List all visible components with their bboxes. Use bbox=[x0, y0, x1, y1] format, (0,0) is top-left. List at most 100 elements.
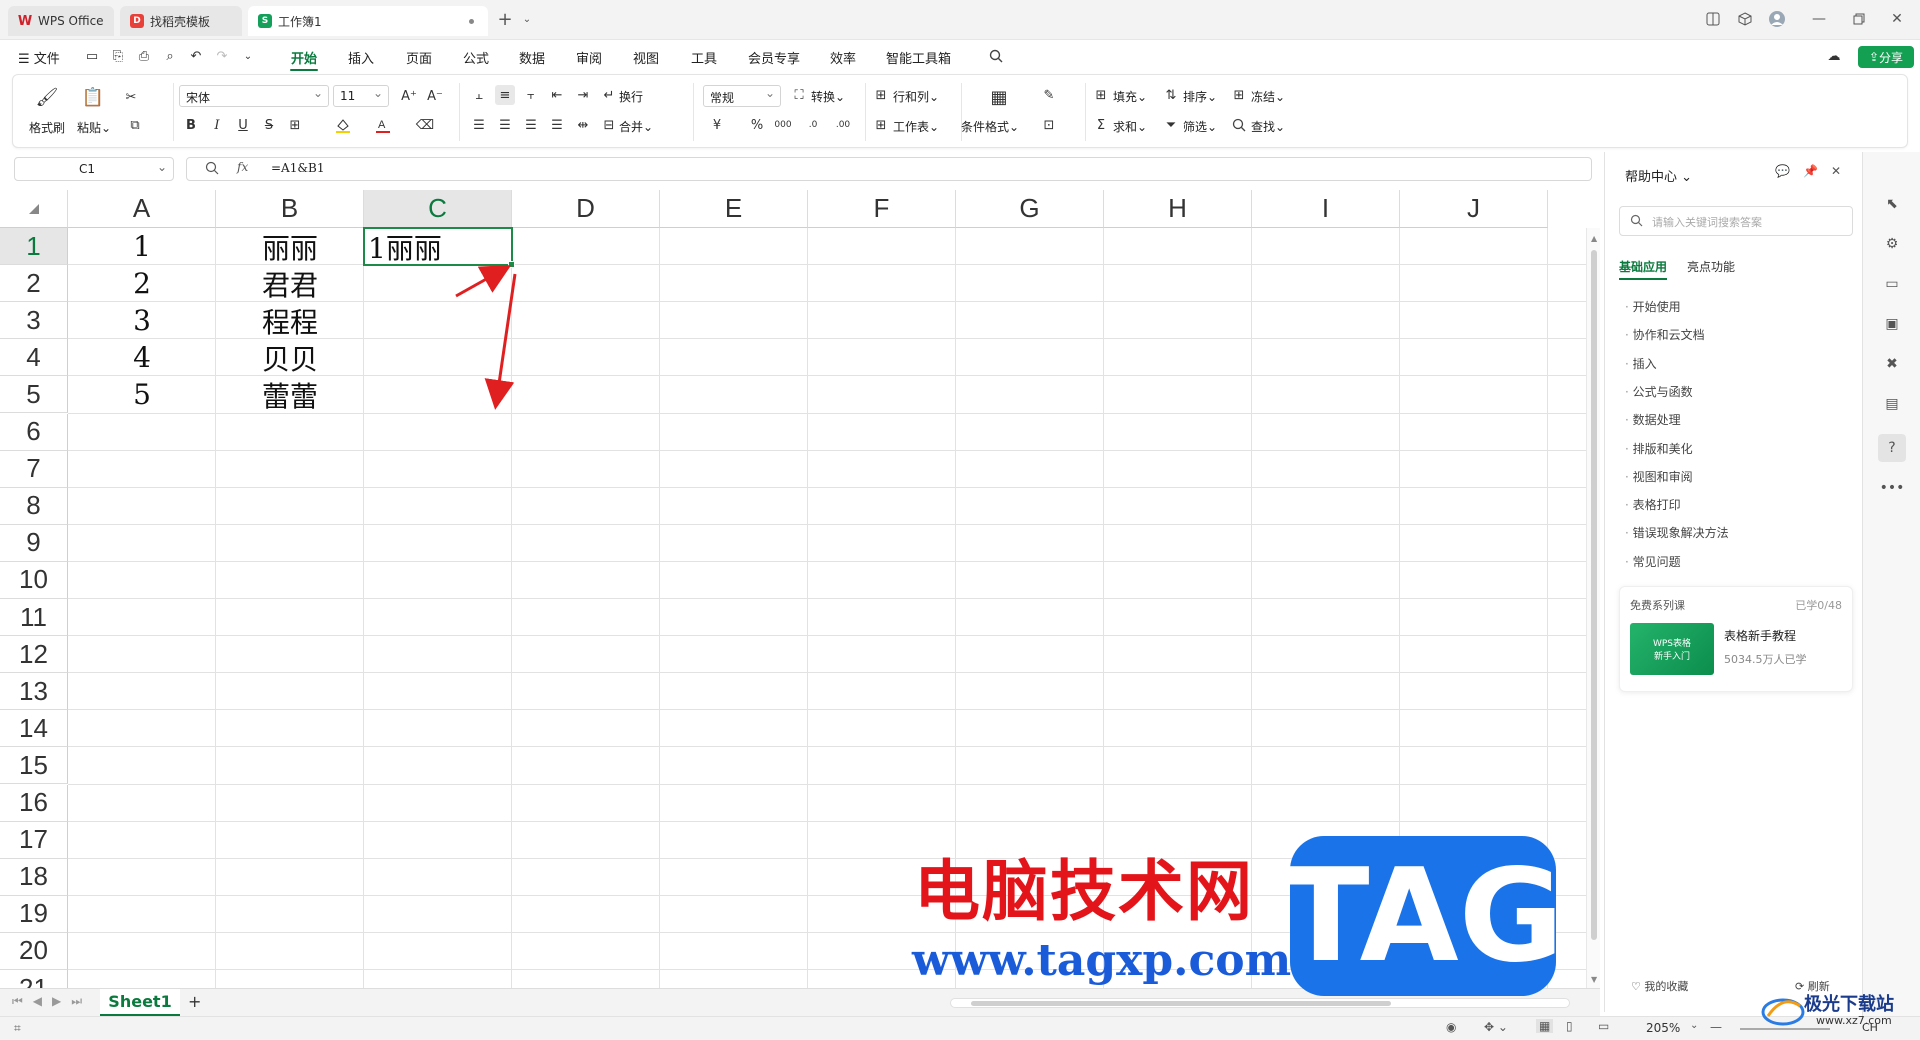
merge-icon[interactable]: ⊟ bbox=[599, 115, 619, 135]
help-tab-basic[interactable]: 基础应用 bbox=[1619, 258, 1667, 275]
tab-template[interactable]: D 找稻壳模板 bbox=[120, 6, 242, 36]
align-bottom-icon[interactable]: ⫟ bbox=[521, 85, 541, 105]
name-box[interactable]: C1 ⌄ bbox=[14, 157, 174, 181]
convert-icon[interactable]: ⛶ bbox=[789, 85, 809, 105]
increase-decimal-icon[interactable]: .0 bbox=[803, 115, 823, 135]
library-icon[interactable]: ▤ bbox=[1882, 394, 1902, 414]
percent-icon[interactable]: % bbox=[747, 115, 767, 135]
avatar[interactable] bbox=[1768, 10, 1786, 28]
sheet-tab-sheet1[interactable]: Sheet1 bbox=[100, 989, 180, 1016]
convert-button[interactable]: 转换⌄ bbox=[811, 88, 845, 105]
help-item[interactable]: · 协作和云文档 bbox=[1625, 326, 1705, 343]
horizontal-scrollbar[interactable] bbox=[950, 998, 1570, 1008]
print-preview-icon[interactable]: ⌕ bbox=[160, 46, 180, 66]
help-item[interactable]: · 错误现象解决方法 bbox=[1625, 524, 1729, 541]
border-icon[interactable]: ⊞ bbox=[285, 115, 305, 135]
eye-protect-icon[interactable]: ◉ bbox=[1446, 1020, 1456, 1034]
help-item[interactable]: · 视图和审阅 bbox=[1625, 468, 1693, 485]
find-button[interactable]: 查找⌄ bbox=[1251, 118, 1285, 135]
zoom-level[interactable]: 205% bbox=[1646, 1021, 1680, 1035]
increase-font-icon[interactable]: A⁺ bbox=[399, 86, 419, 106]
help-tab-highlights[interactable]: 亮点功能 bbox=[1687, 258, 1735, 275]
help-item[interactable]: · 数据处理 bbox=[1625, 411, 1681, 428]
help-item[interactable]: · 插入 bbox=[1625, 355, 1657, 372]
focus-mode-icon[interactable]: ✥ ⌄ bbox=[1484, 1020, 1508, 1034]
redo-icon[interactable]: ↷ bbox=[212, 46, 232, 66]
menu-smart-toolbox[interactable]: 智能工具箱 bbox=[886, 48, 951, 67]
horizontal-scroll-thumb[interactable] bbox=[971, 1001, 1391, 1006]
sort-icon[interactable]: ⇅ bbox=[1161, 85, 1181, 105]
share-button[interactable]: ⇪ 分享 bbox=[1858, 46, 1914, 68]
zoom-out-icon[interactable]: — bbox=[1710, 1020, 1722, 1034]
distribute-icon[interactable]: ⇹ bbox=[573, 115, 593, 135]
cell-style-icon[interactable]: ✎ bbox=[1039, 85, 1059, 105]
favorites-button[interactable]: ♡ 我的收藏 bbox=[1631, 978, 1688, 994]
find-icon[interactable] bbox=[1229, 115, 1249, 135]
smart-form-icon[interactable]: ▣ bbox=[1882, 314, 1902, 334]
format-painter-icon[interactable]: 🖌 bbox=[36, 87, 59, 108]
bold-button[interactable]: B bbox=[181, 115, 201, 135]
properties-icon[interactable]: ⚙ bbox=[1882, 234, 1902, 254]
unsaved-dot-icon[interactable] bbox=[469, 19, 474, 24]
menu-tools[interactable]: 工具 bbox=[691, 48, 717, 67]
tab-wps-office[interactable]: W WPS Office bbox=[8, 6, 114, 36]
menu-data[interactable]: 数据 bbox=[519, 48, 545, 67]
vertical-scrollbar[interactable]: ▲ ▼ bbox=[1586, 228, 1600, 990]
help-item[interactable]: · 常见问题 bbox=[1625, 553, 1681, 570]
pin-icon[interactable]: 📌 bbox=[1803, 164, 1818, 178]
macro-icon[interactable]: ⌗ bbox=[14, 1021, 21, 1036]
search-icon[interactable] bbox=[986, 46, 1006, 66]
cell-border-icon[interactable]: ⊡ bbox=[1039, 115, 1059, 135]
fx-icon[interactable]: fx bbox=[237, 160, 248, 174]
menu-view[interactable]: 视图 bbox=[633, 48, 659, 67]
wrap-icon[interactable]: ↵ bbox=[599, 85, 619, 105]
help-item[interactable]: · 开始使用 bbox=[1625, 298, 1681, 315]
help-item[interactable]: · 表格打印 bbox=[1625, 496, 1681, 513]
row-col-icon[interactable]: ⊞ bbox=[871, 85, 891, 105]
save-icon[interactable]: ▭ bbox=[82, 46, 102, 66]
normal-view-icon[interactable]: ▦ bbox=[1536, 1019, 1554, 1033]
worksheet-icon[interactable]: ⊞ bbox=[871, 115, 891, 135]
layout-icon[interactable] bbox=[1704, 10, 1722, 28]
align-left-icon[interactable]: ☰ bbox=[469, 115, 489, 135]
strikethrough-button[interactable]: S bbox=[259, 115, 279, 135]
tab-list-chevron-icon[interactable]: ⌄ bbox=[518, 10, 536, 28]
font-name-select[interactable]: 宋体 bbox=[179, 85, 329, 107]
scroll-up-icon[interactable]: ▲ bbox=[1591, 234, 1597, 243]
sort-button[interactable]: 排序⌄ bbox=[1183, 88, 1217, 105]
copy-icon[interactable]: ⧉ bbox=[125, 115, 145, 135]
number-format-select[interactable]: 常规 bbox=[703, 85, 781, 107]
export-icon[interactable]: ⎘ bbox=[108, 46, 128, 66]
file-menu[interactable]: ☰ 文件 bbox=[18, 48, 60, 67]
select-pointer-icon[interactable]: ⬉ bbox=[1882, 194, 1902, 214]
close-icon[interactable]: ✕ bbox=[1888, 10, 1906, 28]
currency-icon[interactable]: ¥ bbox=[707, 115, 727, 135]
font-color-icon[interactable]: A bbox=[373, 115, 393, 135]
cube-icon[interactable] bbox=[1736, 10, 1754, 28]
menu-formula[interactable]: 公式 bbox=[463, 48, 489, 67]
page-break-view-icon[interactable]: ▭ bbox=[1598, 1019, 1609, 1033]
help-question-icon[interactable]: ? bbox=[1878, 434, 1906, 462]
help-title-dropdown[interactable]: 帮助中心 ⌄ bbox=[1625, 166, 1692, 185]
filter-icon[interactable]: ⏷ bbox=[1161, 115, 1181, 135]
print-icon[interactable]: ⎙ bbox=[134, 46, 154, 66]
freeze-icon[interactable]: ⊞ bbox=[1229, 85, 1249, 105]
filter-button[interactable]: 筛选⌄ bbox=[1183, 118, 1217, 135]
format-painter-button[interactable]: 格式刷 bbox=[29, 119, 65, 136]
justify-icon[interactable]: ☰ bbox=[547, 115, 567, 135]
indent-decrease-icon[interactable]: ⇤ bbox=[547, 85, 567, 105]
menu-efficiency[interactable]: 效率 bbox=[830, 48, 856, 67]
fill-icon[interactable]: ⊞ bbox=[1091, 85, 1111, 105]
fill-button[interactable]: 填充⌄ bbox=[1113, 88, 1147, 105]
italic-button[interactable]: I bbox=[207, 115, 227, 135]
course-card[interactable]: 免费系列课 已学0/48 WPS表格 新手入门 表格新手教程 5034.5万人已… bbox=[1619, 586, 1853, 692]
more-icon[interactable]: ••• bbox=[1880, 478, 1905, 498]
conditional-format-icon[interactable]: ▦ bbox=[989, 87, 1009, 108]
align-center-icon[interactable]: ☰ bbox=[495, 115, 515, 135]
cut-icon[interactable]: ✂ bbox=[121, 87, 141, 107]
minimize-icon[interactable]: — bbox=[1810, 10, 1828, 28]
scroll-down-icon[interactable]: ▼ bbox=[1591, 975, 1597, 984]
sum-button[interactable]: 求和⌄ bbox=[1113, 118, 1147, 135]
decrease-decimal-icon[interactable]: .00 bbox=[833, 115, 853, 135]
vertical-scroll-thumb[interactable] bbox=[1591, 250, 1597, 940]
